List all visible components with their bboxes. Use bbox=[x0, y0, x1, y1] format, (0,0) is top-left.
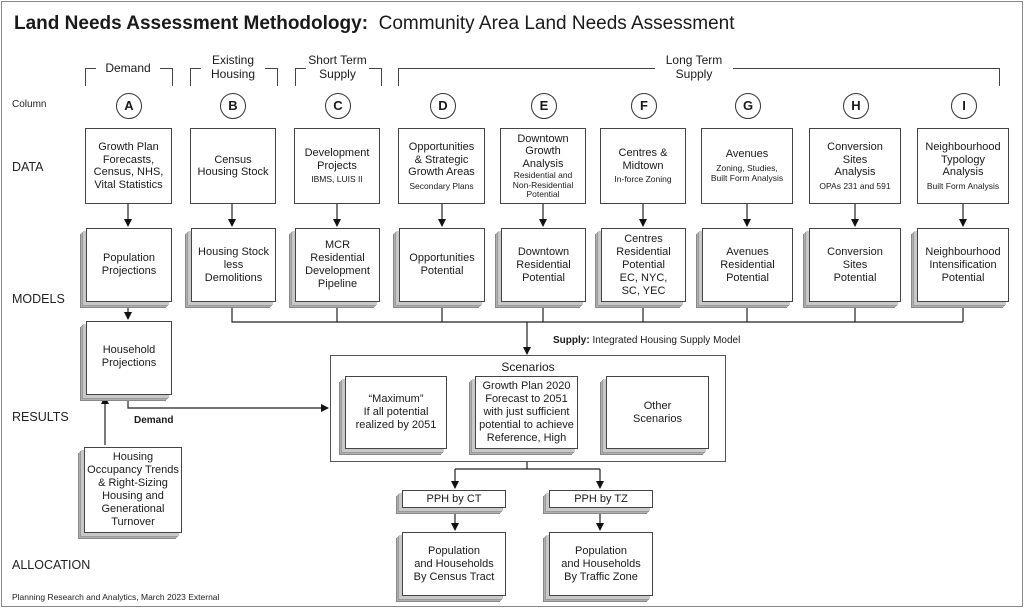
scenario-other: Other Scenarios bbox=[606, 376, 709, 449]
page-title: Land Needs Assessment Methodology: Commu… bbox=[14, 13, 735, 35]
pph-by-ct-box: PPH by CT bbox=[402, 490, 506, 508]
group-label-existing-housing: Existing Housing bbox=[210, 53, 256, 81]
model-box-g: Avenues Residential Potential bbox=[702, 228, 793, 302]
column-g-marker: G bbox=[735, 93, 761, 119]
scenarios-title: Scenarios bbox=[501, 360, 555, 374]
data-box-a: Growth Plan Forecasts, Census, NHS, Vital … bbox=[85, 128, 172, 204]
column-e-marker: E bbox=[531, 93, 557, 119]
footer-credit: Planning Research and Analytics, March 2… bbox=[12, 592, 220, 602]
data-box-e: Downtown Growth Analysis Residential and … bbox=[500, 128, 586, 204]
column-i-marker: I bbox=[951, 93, 977, 119]
model-box-i: Neighbourhood Intensification Potential bbox=[917, 228, 1009, 302]
allocation-traffic-zone-box: Population and Households By Traffic Zone bbox=[549, 532, 653, 596]
model-box-c: MCR Residential Development Pipeline bbox=[295, 228, 380, 302]
row-label-column: Column bbox=[12, 99, 47, 110]
model-box-f: Centres Residential Potential EC, NYC, SC,… bbox=[601, 228, 686, 302]
data-box-h: Conversion Sites Analysis OPAs 231 and 591 bbox=[809, 128, 901, 204]
scenario-maximum: “Maximum” If all potential realized by 205… bbox=[345, 376, 447, 449]
title-bold: Land Needs Assessment Methodology: bbox=[14, 13, 369, 34]
group-label-demand: Demand bbox=[105, 61, 151, 75]
model-box-h: Conversion Sites Potential bbox=[809, 228, 901, 302]
household-projections-box: Household Projections bbox=[86, 321, 172, 395]
row-label-results: RESULTS bbox=[12, 410, 69, 424]
group-label-short-term-supply: Short Term Supply bbox=[308, 53, 367, 81]
demand-note: Demand bbox=[134, 415, 174, 426]
data-box-f: Centres & Midtown In-force Zoning bbox=[600, 128, 686, 204]
allocation-census-tract-box: Population and Households By Census Tract bbox=[402, 532, 506, 596]
data-box-d: Opportunities & Strategic Growth Areas Sec… bbox=[398, 128, 485, 204]
model-box-d: Opportunities Potential bbox=[399, 228, 485, 302]
column-c-marker: C bbox=[325, 93, 351, 119]
model-box-a: Population Projections bbox=[86, 228, 172, 302]
data-box-i: Neighbourhood Typology Analysis Built Form… bbox=[917, 128, 1009, 204]
column-f-marker: F bbox=[631, 93, 657, 119]
model-box-e: Downtown Residential Potential bbox=[501, 228, 586, 302]
column-d-marker: D bbox=[430, 93, 456, 119]
occupancy-trends-box: Housing Occupancy Trends & Right-Sizing Ho… bbox=[84, 447, 182, 533]
column-h-marker: H bbox=[843, 93, 869, 119]
scenario-growth-plan: Growth Plan 2020 Forecast to 2051 with ju… bbox=[475, 376, 578, 449]
row-label-models: MODELS bbox=[12, 292, 65, 306]
row-label-allocation: ALLOCATION bbox=[12, 558, 91, 572]
supply-note: Supply: Integrated Housing Supply Model bbox=[553, 335, 741, 346]
data-box-g: Avenues Zoning, Studies, Built Form Analy… bbox=[701, 128, 793, 204]
data-box-c: Development Projects IBMS, LUIS II bbox=[294, 128, 380, 204]
row-label-data: DATA bbox=[12, 160, 44, 174]
column-b-marker: B bbox=[220, 93, 246, 119]
title-rest: Community Area Land Needs Assessment bbox=[378, 13, 735, 34]
column-a-marker: A bbox=[116, 93, 142, 119]
model-box-b: Housing Stock less Demolitions bbox=[191, 228, 276, 302]
pph-by-tz-box: PPH by TZ bbox=[549, 490, 653, 508]
group-label-long-term-supply: Long Term Supply bbox=[665, 53, 723, 81]
data-box-b: Census Housing Stock bbox=[190, 128, 276, 204]
